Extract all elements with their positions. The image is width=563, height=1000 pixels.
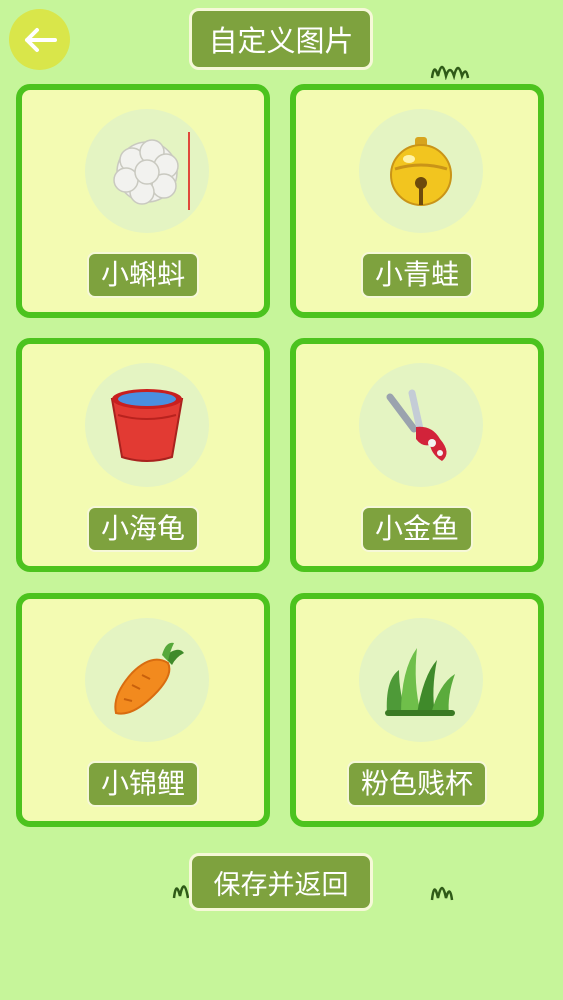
image-card-frog[interactable]: 小青蛙 [290, 84, 544, 318]
icon-circle [359, 109, 483, 233]
image-card-tadpole[interactable]: 小蝌蚪 [16, 84, 270, 318]
grass-decoration-icon [430, 886, 454, 901]
save-and-return-button[interactable]: 保存并返回 [189, 853, 373, 911]
scissors-icon [386, 389, 447, 461]
image-card-goldfish[interactable]: 小金鱼 [290, 338, 544, 572]
page-title: 自定义图片 [189, 8, 373, 70]
bucket-icon [110, 389, 184, 462]
back-button[interactable] [9, 9, 70, 70]
card-label: 小蝌蚪 [86, 252, 200, 298]
carrot-icon [114, 642, 184, 715]
cotton-ball-icon [113, 132, 190, 210]
icon-circle [359, 618, 483, 742]
card-label: 小海龟 [86, 506, 200, 552]
image-card-pink-cup[interactable]: 粉色贱杯 [290, 593, 544, 827]
image-card-turtle[interactable]: 小海龟 [16, 338, 270, 572]
arrow-left-icon [24, 27, 57, 52]
icon-circle [85, 618, 209, 742]
image-card-koi[interactable]: 小锦鲤 [16, 593, 270, 827]
icon-circle [359, 363, 483, 487]
icon-circle [85, 109, 209, 233]
card-label: 小锦鲤 [86, 761, 200, 807]
card-label: 小金鱼 [360, 506, 474, 552]
icon-circle [85, 363, 209, 487]
card-label: 粉色贱杯 [346, 761, 488, 807]
grass-decoration-icon [430, 65, 470, 80]
grass-icon [385, 648, 455, 716]
bell-icon [390, 137, 452, 206]
card-label: 小青蛙 [360, 252, 474, 298]
